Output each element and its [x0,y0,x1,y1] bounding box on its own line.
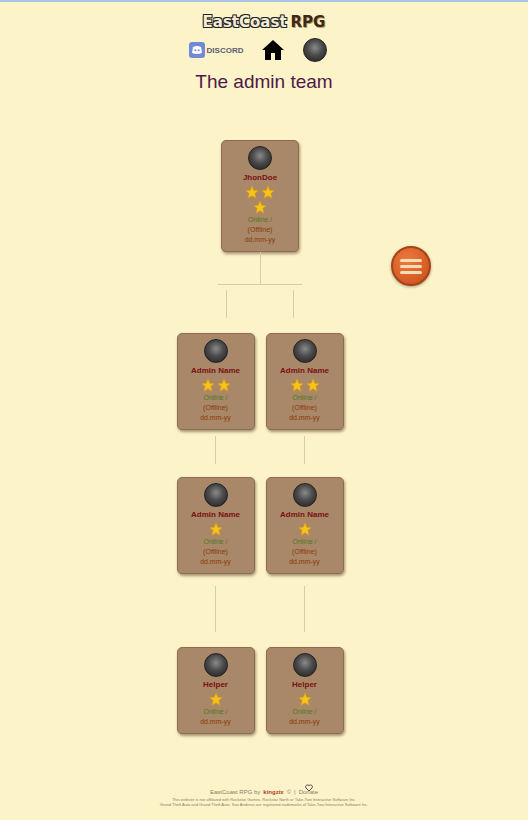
donate-link[interactable]: Donate [299,788,318,797]
connector-line [215,586,216,632]
last-seen-date: dd.mm-yy [245,235,276,245]
star-icon [201,378,215,392]
disclaimer: This website is not affiliated with Rock… [172,797,356,802]
offline-status: (Offline) [292,403,317,413]
rank-stars [209,522,223,536]
member-card[interactable]: Admin Name Online / (Offline) dd.mm-yy [266,333,344,430]
member-avatar [204,483,228,507]
disclaimer: Grand Theft Auto and Grand Theft Auto: S… [160,802,368,807]
tier-row: Admin Name Online / (Offline) dd.mm-yy A… [177,333,344,430]
member-avatar [293,483,317,507]
connector-line [226,290,227,318]
star-icon [253,200,267,214]
member-card[interactable]: Admin Name Online / (Offline) dd.mm-yy [266,477,344,574]
star-icon [290,378,304,392]
offline-status: (Offline) [248,225,273,235]
member-avatar [293,339,317,363]
online-status: Online / [248,215,272,225]
discord-icon [189,42,205,58]
member-card[interactable]: Admin Name Online / (Offline) dd.mm-yy [177,477,255,574]
connector-split [226,290,294,318]
online-status: Online / [203,393,227,403]
connector-line [260,252,261,284]
star-icon [306,378,320,392]
online-status: Online / [292,537,316,547]
offline-status: (Offline) [203,547,228,557]
page-title: The admin team [195,70,332,94]
profile-avatar[interactable] [303,38,327,62]
last-seen-date: dd.mm-yy [289,413,320,423]
member-name: Admin Name [191,510,240,520]
tree-links [177,436,344,464]
nav-icons: DISCORD [189,38,328,62]
offline-status: (Offline) [292,547,317,557]
member-card[interactable]: JhonDoe Online / (Offline) dd.mm-yy [221,140,299,252]
tree-links [177,586,344,632]
tier-row: Helper Online / dd.mm-yy Helper Online /… [177,647,344,734]
connector-line [304,436,305,464]
star-icon [209,522,223,536]
site-logo[interactable]: EastCoast RPG [203,12,326,32]
member-avatar [204,339,228,363]
connector-line [304,586,305,632]
rank-stars [298,522,312,536]
star-icon [261,185,275,199]
rank-stars [240,185,280,214]
member-avatar [248,146,272,170]
rank-stars [201,378,231,392]
page: EastCoast RPG DISCORD The admin team Jho… [0,0,528,820]
member-avatar [204,653,228,677]
member-card[interactable]: Helper Online / dd.mm-yy [266,647,344,734]
last-seen-date: dd.mm-yy [200,413,231,423]
home-icon[interactable] [261,38,285,62]
member-card[interactable]: Helper Online / dd.mm-yy [177,647,255,734]
rank-stars [298,692,312,706]
member-name: Helper [292,680,317,690]
connector-cell [266,436,344,464]
last-seen-date: dd.mm-yy [289,557,320,567]
star-icon [298,522,312,536]
menu-button[interactable] [391,246,431,286]
heart-row [215,778,313,787]
discord-link[interactable]: DISCORD [189,42,244,58]
member-name: Helper [203,680,228,690]
header: EastCoast RPG DISCORD The admin team [195,2,332,94]
member-name: Admin Name [280,366,329,376]
tier-row: JhonDoe Online / (Offline) dd.mm-yy [221,140,299,252]
member-name: JhonDoe [243,173,277,183]
rank-stars [290,378,320,392]
credits: EastCoast RPG by kingzix © | Donate [210,788,318,797]
star-icon [209,692,223,706]
connector-line [215,436,216,464]
rank-stars [209,692,223,706]
tree-branch [218,252,302,333]
last-seen-date: dd.mm-yy [200,557,231,567]
connector-cell [266,586,344,632]
connector-line [218,284,302,285]
footer: EastCoast RPG by kingzix © | Donate This… [160,778,368,807]
offline-status: (Offline) [203,403,228,413]
online-status: Online / [203,537,227,547]
online-status: Online / [203,707,227,717]
online-status: Online / [292,393,316,403]
tier-row: Admin Name Online / (Offline) dd.mm-yy A… [177,477,344,574]
online-status: Online / [292,707,316,717]
star-icon [245,185,259,199]
star-icon [217,378,231,392]
member-name: Admin Name [191,366,240,376]
last-seen-date: dd.mm-yy [289,717,320,727]
author-link[interactable]: kingzix [263,788,283,797]
hamburger-icon [400,259,422,274]
admin-tree: JhonDoe Online / (Offline) dd.mm-yy Admi… [177,140,344,734]
member-name: Admin Name [280,510,329,520]
connector-line [293,290,294,318]
connector-cell [177,436,255,464]
member-avatar [293,653,317,677]
last-seen-date: dd.mm-yy [200,717,231,727]
connector-cell [177,586,255,632]
star-icon [298,692,312,706]
member-card[interactable]: Admin Name Online / (Offline) dd.mm-yy [177,333,255,430]
